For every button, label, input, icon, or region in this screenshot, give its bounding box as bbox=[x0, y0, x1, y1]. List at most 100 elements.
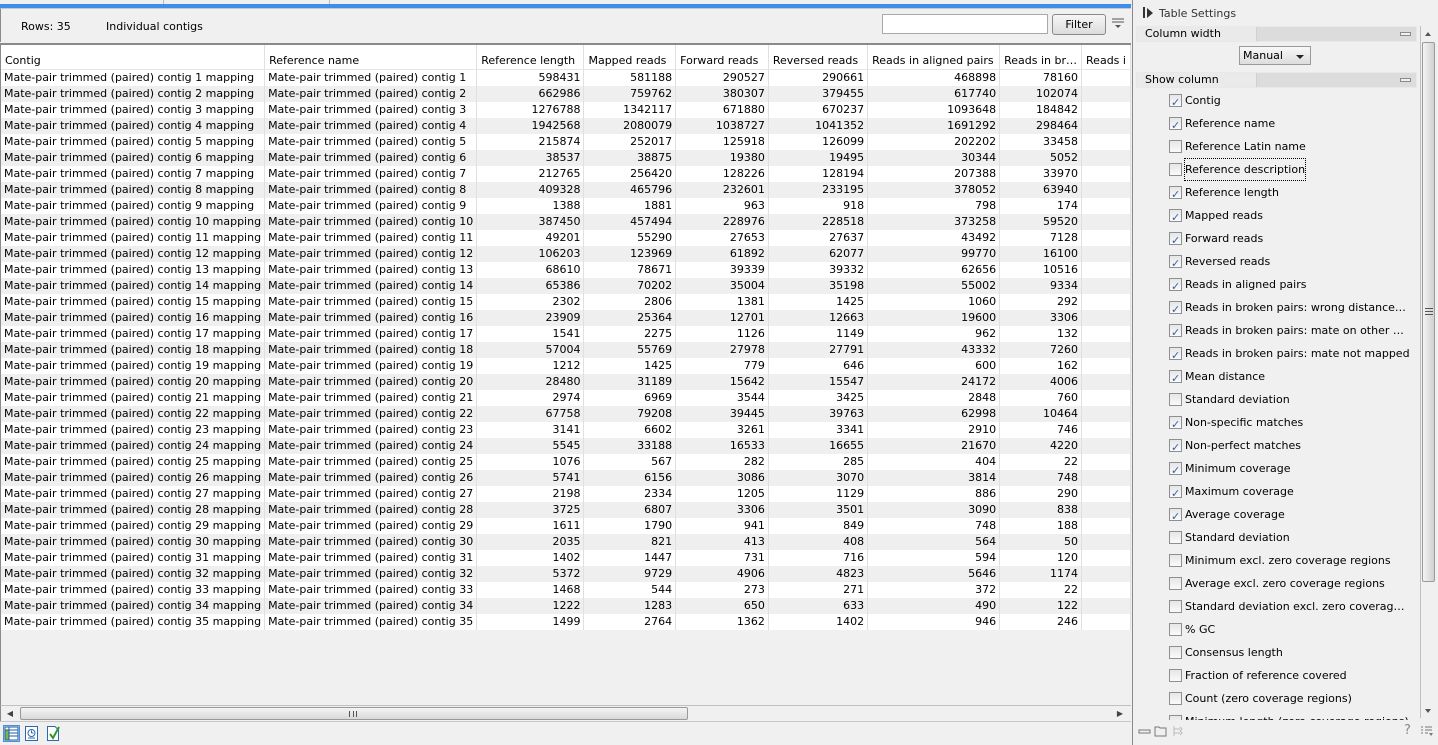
table-cell[interactable]: Mate-pair trimmed (paired) contig 33 bbox=[264, 581, 478, 598]
table-cell[interactable]: 1611 bbox=[476, 517, 585, 534]
table-cell[interactable]: Mate-pair trimmed (paired) contig 27 map… bbox=[1, 485, 266, 502]
scroll-down-icon[interactable] bbox=[1425, 709, 1431, 713]
checkbox-label[interactable]: Average excl. zero coverage regions bbox=[1185, 573, 1385, 594]
show-column-option[interactable]: Reference name bbox=[1134, 113, 1418, 136]
table-cell[interactable]: 3086 bbox=[675, 469, 769, 486]
table-cell[interactable]: 285 bbox=[768, 453, 869, 470]
table-row[interactable]: Mate-pair trimmed (paired) contig 21 map… bbox=[1, 389, 1131, 406]
show-column-option[interactable]: Reference description bbox=[1134, 158, 1418, 182]
table-cell[interactable]: 2198 bbox=[476, 485, 585, 502]
checkbox-label[interactable]: Maximum coverage bbox=[1185, 481, 1294, 502]
table-cell[interactable]: 3090 bbox=[867, 501, 1001, 518]
table-cell[interactable]: Mate-pair trimmed (paired) contig 11 map… bbox=[1, 229, 266, 246]
show-column-option[interactable]: Reads in broken pairs: wrong distance… bbox=[1134, 297, 1418, 320]
table-cell[interactable]: 2334 bbox=[583, 485, 677, 502]
filter-input[interactable] bbox=[882, 14, 1048, 34]
table-cell[interactable]: 4823 bbox=[768, 565, 869, 582]
table-cell[interactable]: 16100 bbox=[999, 245, 1083, 262]
table-cell[interactable]: Mate-pair trimmed (paired) contig 5 bbox=[264, 133, 478, 150]
table-cell[interactable]: 1038727 bbox=[675, 117, 769, 134]
table-cell[interactable]: 1362 bbox=[675, 613, 769, 630]
table-cell[interactable]: 1205 bbox=[675, 485, 769, 502]
table-cell[interactable]: 1499 bbox=[476, 613, 585, 630]
table-cell[interactable] bbox=[1081, 101, 1131, 118]
checkbox-label[interactable]: Contig bbox=[1185, 90, 1221, 111]
column-header[interactable]: Forward reads bbox=[675, 45, 769, 70]
show-column-option[interactable]: Consensus length bbox=[1134, 642, 1418, 665]
table-cell[interactable] bbox=[1081, 453, 1131, 470]
checkbox-label[interactable]: Reads in broken pairs: mate not mapped bbox=[1185, 343, 1410, 364]
checkbox[interactable] bbox=[1169, 437, 1182, 458]
table-cell[interactable] bbox=[1081, 517, 1131, 534]
table-cell[interactable]: 28480 bbox=[476, 373, 585, 390]
table-cell[interactable]: 404 bbox=[867, 453, 1001, 470]
table-cell[interactable]: 2035 bbox=[476, 533, 585, 550]
table-cell[interactable]: Mate-pair trimmed (paired) contig 35 bbox=[264, 613, 478, 630]
table-cell[interactable]: 1174 bbox=[999, 565, 1083, 582]
table-row[interactable]: Mate-pair trimmed (paired) contig 24 map… bbox=[1, 437, 1131, 454]
table-cell[interactable]: 228976 bbox=[675, 213, 769, 230]
table-cell[interactable]: 650 bbox=[675, 597, 769, 614]
table-cell[interactable]: 5052 bbox=[999, 149, 1083, 166]
checkbox[interactable] bbox=[1169, 368, 1182, 389]
checkbox-label[interactable]: Non-specific matches bbox=[1185, 412, 1303, 433]
table-cell[interactable]: 39332 bbox=[768, 261, 869, 278]
checkbox[interactable] bbox=[1169, 646, 1182, 659]
table-cell[interactable] bbox=[1081, 69, 1131, 86]
checkbox-label[interactable]: Standard deviation bbox=[1185, 389, 1290, 410]
table-row[interactable]: Mate-pair trimmed (paired) contig 29 map… bbox=[1, 517, 1131, 534]
column-header[interactable]: Reversed reads bbox=[768, 45, 869, 70]
table-cell[interactable]: Mate-pair trimmed (paired) contig 16 map… bbox=[1, 309, 266, 326]
table-cell[interactable] bbox=[1081, 437, 1131, 454]
checkbox[interactable] bbox=[1169, 230, 1182, 251]
table-cell[interactable]: 27978 bbox=[675, 341, 769, 358]
table-row[interactable]: Mate-pair trimmed (paired) contig 23 map… bbox=[1, 421, 1131, 438]
table-cell[interactable]: Mate-pair trimmed (paired) contig 33 map… bbox=[1, 581, 266, 598]
checkbox-label[interactable]: Minimum length (zero coverage regions) bbox=[1185, 711, 1409, 720]
table-row[interactable]: Mate-pair trimmed (paired) contig 4 mapp… bbox=[1, 117, 1131, 134]
table-cell[interactable]: 256420 bbox=[583, 165, 677, 182]
table-cell[interactable]: Mate-pair trimmed (paired) contig 30 bbox=[264, 533, 478, 550]
table-cell[interactable]: 581188 bbox=[583, 69, 677, 86]
table-cell[interactable]: 646 bbox=[768, 357, 869, 374]
table-cell[interactable] bbox=[1081, 533, 1131, 550]
table-cell[interactable]: 1790 bbox=[583, 517, 677, 534]
table-cell[interactable]: 1381 bbox=[675, 293, 769, 310]
table-cell[interactable]: 918 bbox=[768, 197, 869, 214]
table-cell[interactable]: 1541 bbox=[476, 325, 585, 342]
table-cell[interactable]: 19600 bbox=[867, 309, 1001, 326]
table-cell[interactable]: 380307 bbox=[675, 85, 769, 102]
show-column-option[interactable]: Standard deviation bbox=[1134, 527, 1418, 550]
table-row[interactable]: Mate-pair trimmed (paired) contig 3 mapp… bbox=[1, 101, 1131, 118]
table-cell[interactable]: Mate-pair trimmed (paired) contig 34 bbox=[264, 597, 478, 614]
table-cell[interactable]: 246 bbox=[999, 613, 1083, 630]
checkbox[interactable] bbox=[1169, 692, 1182, 705]
table-row[interactable]: Mate-pair trimmed (paired) contig 14 map… bbox=[1, 277, 1131, 294]
checkbox[interactable] bbox=[1169, 253, 1182, 274]
table-row[interactable]: Mate-pair trimmed (paired) contig 33 map… bbox=[1, 581, 1131, 598]
table-cell[interactable]: 670237 bbox=[768, 101, 869, 118]
table-cell[interactable]: 1222 bbox=[476, 597, 585, 614]
table-cell[interactable]: 62998 bbox=[867, 405, 1001, 422]
show-column-option[interactable]: Count (zero coverage regions) bbox=[1134, 688, 1418, 711]
table-cell[interactable]: 290527 bbox=[675, 69, 769, 86]
checkbox-label[interactable]: Standard deviation bbox=[1185, 527, 1290, 548]
column-width-section-header[interactable]: Column width bbox=[1136, 26, 1417, 42]
table-cell[interactable] bbox=[1081, 213, 1131, 230]
table-cell[interactable]: 252017 bbox=[583, 133, 677, 150]
table-cell[interactable] bbox=[1081, 341, 1131, 358]
table-cell[interactable]: 1060 bbox=[867, 293, 1001, 310]
table-cell[interactable]: 65386 bbox=[476, 277, 585, 294]
table-cell[interactable]: 290661 bbox=[768, 69, 869, 86]
checkbox-label[interactable]: Reversed reads bbox=[1185, 251, 1270, 272]
checkbox-label[interactable]: Minimum coverage bbox=[1185, 458, 1291, 479]
table-cell[interactable]: 1942568 bbox=[476, 117, 585, 134]
table-cell[interactable]: 1881 bbox=[583, 197, 677, 214]
checkbox-label[interactable]: % GC bbox=[1185, 619, 1215, 640]
checkbox[interactable] bbox=[1169, 276, 1182, 297]
table-cell[interactable]: 4006 bbox=[999, 373, 1083, 390]
table-cell[interactable]: 122 bbox=[999, 597, 1083, 614]
table-cell[interactable]: 3141 bbox=[476, 421, 585, 438]
table-cell[interactable]: 27791 bbox=[768, 341, 869, 358]
table-cell[interactable]: 10516 bbox=[999, 261, 1083, 278]
